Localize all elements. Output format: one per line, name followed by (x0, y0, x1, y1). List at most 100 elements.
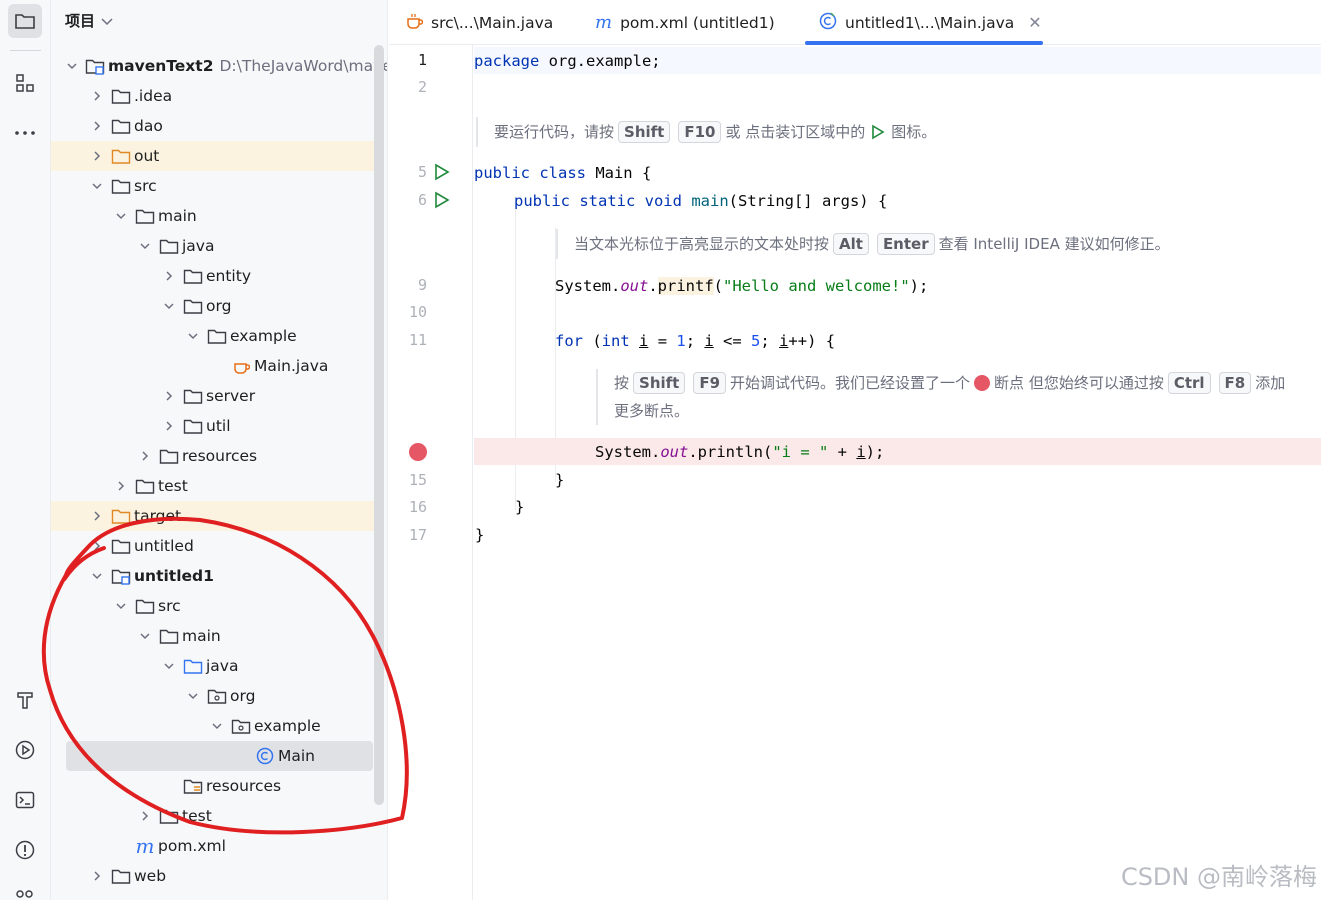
hint-text: 当文本光标位于高亮显示的文本处时按 (574, 235, 830, 253)
code-token: ( (713, 276, 724, 295)
tree-item[interactable]: test (51, 471, 374, 501)
tree-item[interactable]: org (51, 681, 374, 711)
chevron-right-icon[interactable] (90, 89, 104, 103)
chevron-right-icon[interactable] (138, 449, 152, 463)
chevron-right-icon[interactable] (114, 479, 128, 493)
services-icon[interactable] (8, 880, 42, 900)
shortcut-key: Shift (618, 121, 671, 143)
tree-item[interactable]: target (51, 501, 374, 531)
tree-item[interactable]: dao (51, 111, 374, 141)
code-editor[interactable]: package org.example; 要运行代码，请按 Shift F10 … (474, 45, 1321, 900)
tree-item[interactable]: resources (51, 441, 374, 471)
folder-icon (111, 867, 131, 885)
chevron-right-icon[interactable] (90, 149, 104, 163)
code-token: + (828, 442, 857, 461)
tree-item[interactable]: web (51, 861, 374, 891)
run-gutter-icon[interactable] (433, 191, 451, 209)
java-class-icon (255, 747, 275, 765)
chevron-right-icon[interactable] (162, 269, 176, 283)
hammer-icon[interactable] (8, 683, 42, 717)
tree-item[interactable]: java (51, 231, 374, 261)
tree-item-label: dao (134, 117, 163, 135)
java-file-icon (405, 12, 424, 34)
tree-item[interactable]: src (51, 591, 374, 621)
terminal-icon[interactable] (8, 783, 42, 817)
code-token: = (648, 331, 677, 350)
chevron-down-icon[interactable] (186, 329, 200, 343)
chevron-down-icon[interactable] (138, 239, 152, 253)
tree-item[interactable]: test (51, 801, 374, 831)
tree-root-mavenText2[interactable]: mavenText2 D:\TheJavaWord\maven (51, 51, 387, 81)
more-icon[interactable] (8, 116, 42, 150)
tree-item[interactable]: m pom.xml (51, 831, 374, 861)
code-line-9: System. out. printf("Hello and welcome!"); (555, 272, 928, 299)
shortcut-key: F8 (1218, 372, 1252, 394)
tree-item[interactable]: server (51, 381, 374, 411)
breakpoint-icon[interactable] (409, 443, 427, 461)
folder-icon[interactable] (8, 4, 42, 38)
tree-item-label: target (134, 507, 182, 525)
shortcut-key: Shift (633, 372, 686, 394)
code-token: public class (474, 163, 586, 182)
editor-gutter[interactable]: 1 2 5 6 9 10 11 15 16 17 (389, 45, 473, 900)
tree-item[interactable]: entity (51, 261, 374, 291)
tree-item[interactable]: util (51, 411, 374, 441)
tree-item-label: example (230, 327, 297, 345)
scrollbar[interactable] (374, 45, 384, 805)
code-token: main (691, 191, 729, 210)
chevron-down-icon[interactable] (162, 299, 176, 313)
tab-main-java[interactable]: src\...\Main.java (405, 0, 553, 45)
code-token: .println( (688, 442, 773, 461)
resources-folder-icon (183, 777, 203, 795)
tree-item[interactable]: .idea (51, 81, 374, 111)
problems-icon[interactable] (8, 833, 42, 867)
chevron-right-icon[interactable] (138, 809, 152, 823)
hint-text: 要运行代码，请按 (494, 123, 615, 141)
tree-item[interactable]: out (51, 141, 374, 171)
tab-pom-xml[interactable]: m pom.xml (untitled1) (595, 0, 775, 45)
chevron-right-icon[interactable] (90, 539, 104, 553)
line-number: 9 (417, 276, 427, 294)
tree-item[interactable]: untitled1 (51, 561, 374, 591)
close-icon[interactable]: ✕ (1028, 13, 1041, 32)
chevron-down-icon[interactable] (90, 179, 104, 193)
tree-item[interactable]: main (51, 201, 374, 231)
chevron-right-icon[interactable] (90, 119, 104, 133)
tree-item[interactable]: example (51, 711, 374, 741)
run-icon[interactable] (8, 733, 42, 767)
code-token: Main { (585, 163, 652, 182)
hint-text: 添加 (1255, 374, 1286, 392)
folder-icon (111, 87, 131, 105)
chevron-down-icon[interactable] (114, 209, 128, 223)
line-number: 15 (408, 471, 427, 489)
tab-untitled1-main-java[interactable]: untitled1\...\Main.java ✕ (805, 0, 1043, 45)
tree-item-label: test (158, 477, 188, 495)
tree-item[interactable]: main (51, 621, 374, 651)
tree-item[interactable]: resources (51, 771, 374, 801)
code-token: int (601, 331, 630, 350)
hint-text: 图标。 (891, 123, 937, 141)
chevron-down-icon[interactable] (210, 719, 224, 733)
chevron-right-icon[interactable] (162, 419, 176, 433)
chevron-down-icon[interactable] (114, 599, 128, 613)
tree-item[interactable]: example (51, 321, 374, 351)
chevron-right-icon[interactable] (162, 389, 176, 403)
tree-item[interactable]: src (51, 171, 374, 201)
chevron-down-icon[interactable] (90, 569, 104, 583)
chevron-down-icon[interactable] (138, 629, 152, 643)
tree-item[interactable]: Main.java (51, 351, 374, 381)
project-panel-header[interactable]: 项目 (65, 10, 113, 31)
chevron-down-icon[interactable] (186, 689, 200, 703)
run-gutter-icon[interactable] (433, 163, 451, 181)
chevron-down-icon[interactable] (162, 659, 176, 673)
tree-item[interactable]: untitled (51, 531, 374, 561)
folder-icon (183, 387, 203, 405)
chevron-right-icon[interactable] (90, 869, 104, 883)
tab-label: untitled1\...\Main.java (845, 13, 1015, 32)
chevron-right-icon[interactable] (90, 509, 104, 523)
tree-item[interactable]: org (51, 291, 374, 321)
structure-icon[interactable] (8, 66, 42, 100)
tree-item[interactable]: Main (66, 741, 373, 771)
tree-item[interactable]: java (51, 651, 374, 681)
chevron-down-icon[interactable] (66, 59, 78, 73)
